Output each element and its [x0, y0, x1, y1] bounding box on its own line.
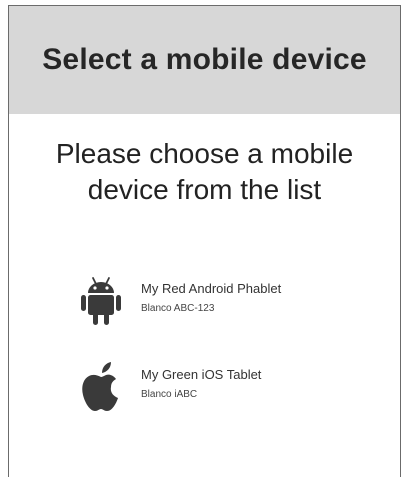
header-bar: Select a mobile device [9, 6, 400, 114]
device-subtitle: Blanco iABC [141, 389, 198, 400]
device-subtitle: Blanco ABC-123 [141, 303, 215, 314]
instruction-text: Please choose a mobile device from the l… [55, 138, 354, 205]
device-name: My Green iOS Tablet [141, 367, 262, 382]
device-list: My Red Android Phablet Blanco ABC-123 My… [80, 272, 380, 414]
device-item-android[interactable]: My Red Android Phablet Blanco ABC-123 [80, 272, 380, 328]
device-item-ios[interactable]: My Green iOS Tablet Blanco iABC [80, 358, 380, 414]
device-name: My Red Android Phablet [141, 281, 282, 296]
page-title: Select a mobile device [42, 43, 367, 76]
apple-icon [82, 362, 118, 411]
android-icon [81, 277, 121, 325]
